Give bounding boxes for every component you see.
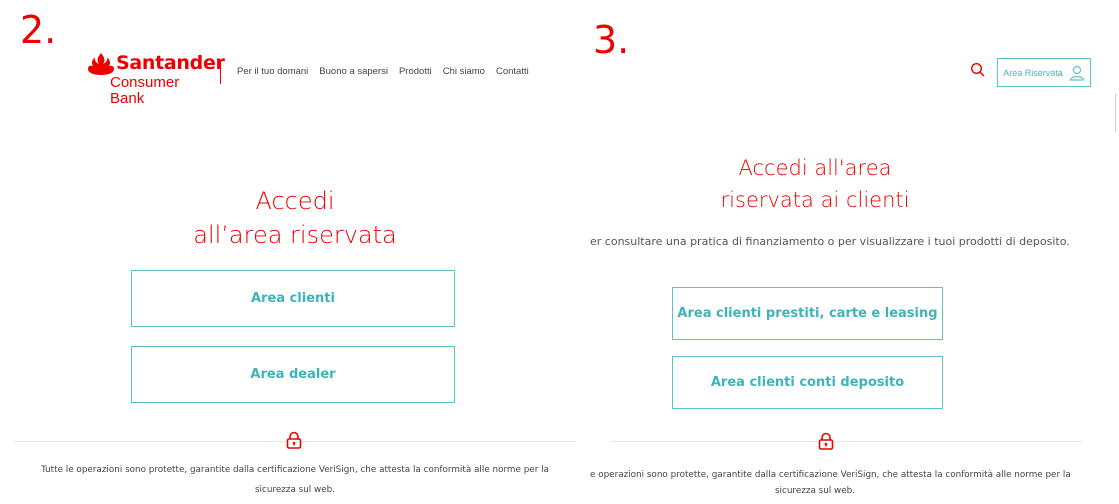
- padlock-icon: [286, 431, 302, 449]
- security-divider: [610, 441, 1082, 442]
- brand-sub: Consumer Bank: [110, 74, 180, 107]
- brand-name: Santander: [116, 52, 225, 74]
- step-number: 2.: [20, 8, 57, 52]
- security-note-line-2: sicurezza sul web.: [774, 486, 856, 496]
- header-separator: [220, 62, 221, 84]
- santander-logo[interactable]: Santander Consumer Bank: [88, 52, 225, 107]
- step-number: 3.: [593, 18, 630, 62]
- title-line-1: Accedi all'area: [738, 156, 892, 180]
- page-title: Accedi all’area riservata: [90, 184, 500, 252]
- page-subtitle: er consultare una pratica di finanziamen…: [590, 235, 1070, 248]
- page-title: Accedi all'area riservata ai clienti: [620, 152, 1010, 216]
- santander-flame-icon: [88, 53, 114, 75]
- area-clienti-deposito-label: Area clienti conti deposito: [710, 375, 905, 390]
- area-clienti-button[interactable]: Area clienti: [131, 270, 455, 327]
- user-icon: [1069, 65, 1084, 81]
- security-note-line-1: Tutte le operazioni sono protette, garan…: [41, 465, 549, 475]
- nav-item-buono-a-sapersi[interactable]: Buono a sapersi: [319, 66, 388, 77]
- padlock-icon: [818, 432, 834, 450]
- screenshot-panel-step-2: 2. Santander Consumer Bank Per il tuo do…: [0, 0, 590, 504]
- title-line-2: all’area riservata: [193, 221, 397, 249]
- title-line-1: Accedi: [255, 187, 335, 215]
- area-riservata-label: Area Riservata: [1003, 67, 1063, 78]
- area-riservata-button[interactable]: Area Riservata: [997, 58, 1091, 87]
- screenshot-panel-step-3: 3. Area Riservata Accedi all'area riserv…: [590, 0, 1119, 504]
- area-clienti-label: Area clienti: [251, 291, 335, 306]
- security-note-line-2: sicurezza sul web.: [254, 485, 336, 495]
- area-clienti-prestiti-label: Area clienti prestiti, carte e leasing: [677, 306, 938, 321]
- title-line-2: riservata ai clienti: [720, 188, 910, 212]
- scrollbar[interactable]: [1115, 94, 1119, 132]
- area-clienti-deposito-button[interactable]: Area clienti conti deposito: [672, 356, 943, 409]
- area-dealer-button[interactable]: Area dealer: [131, 346, 455, 403]
- search-icon[interactable]: [970, 62, 986, 78]
- main-nav: Per il tuo domani Buono a sapersi Prodot…: [237, 66, 540, 77]
- nav-item-contatti[interactable]: Contatti: [496, 66, 529, 77]
- area-clienti-prestiti-button[interactable]: Area clienti prestiti, carte e leasing: [672, 287, 943, 340]
- security-note-line-1: e operazioni sono protette, garantite da…: [590, 470, 1071, 480]
- nav-item-prodotti[interactable]: Prodotti: [399, 66, 432, 77]
- nav-item-chi-siamo[interactable]: Chi siamo: [443, 66, 485, 77]
- security-note: Tutte le operazioni sono protette, garan…: [10, 460, 580, 500]
- area-dealer-label: Area dealer: [250, 367, 336, 382]
- nav-item-per-il-tuo-domani[interactable]: Per il tuo domani: [237, 66, 308, 77]
